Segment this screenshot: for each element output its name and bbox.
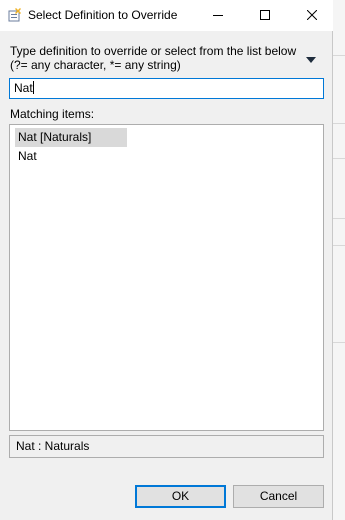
matching-items-list[interactable]: Nat [Naturals] Nat (9, 124, 324, 431)
close-icon (306, 9, 318, 23)
filter-input-value: Nat (14, 81, 33, 95)
text-caret (32, 81, 34, 94)
instructions-line-1: Type definition to override or select fr… (10, 44, 297, 58)
maximize-icon (260, 9, 270, 23)
ok-button[interactable]: OK (135, 485, 226, 508)
matching-items-label: Matching items: (10, 107, 95, 121)
selection-status: Nat : Naturals (9, 435, 324, 458)
cancel-button[interactable]: Cancel (233, 485, 324, 508)
background-window (333, 0, 345, 520)
minimize-button[interactable] (198, 0, 238, 31)
window-title: Select Definition to Override (28, 8, 178, 22)
list-item[interactable]: Nat [Naturals] (15, 128, 127, 147)
maximize-button[interactable] (245, 0, 285, 31)
dialog-window: Select Definition to Override Type defin… (0, 0, 333, 520)
close-button[interactable] (292, 0, 332, 31)
title-bar: Select Definition to Override (0, 0, 333, 31)
override-icon (7, 7, 23, 23)
instructions-line-2: (?= any character, *= any string) (10, 58, 181, 72)
minimize-icon (213, 9, 223, 23)
list-item[interactable]: Nat (15, 147, 40, 166)
instructions: Type definition to override or select fr… (10, 44, 300, 72)
dropdown-triangle-icon[interactable] (306, 53, 316, 63)
filter-input[interactable]: Nat (9, 78, 324, 99)
